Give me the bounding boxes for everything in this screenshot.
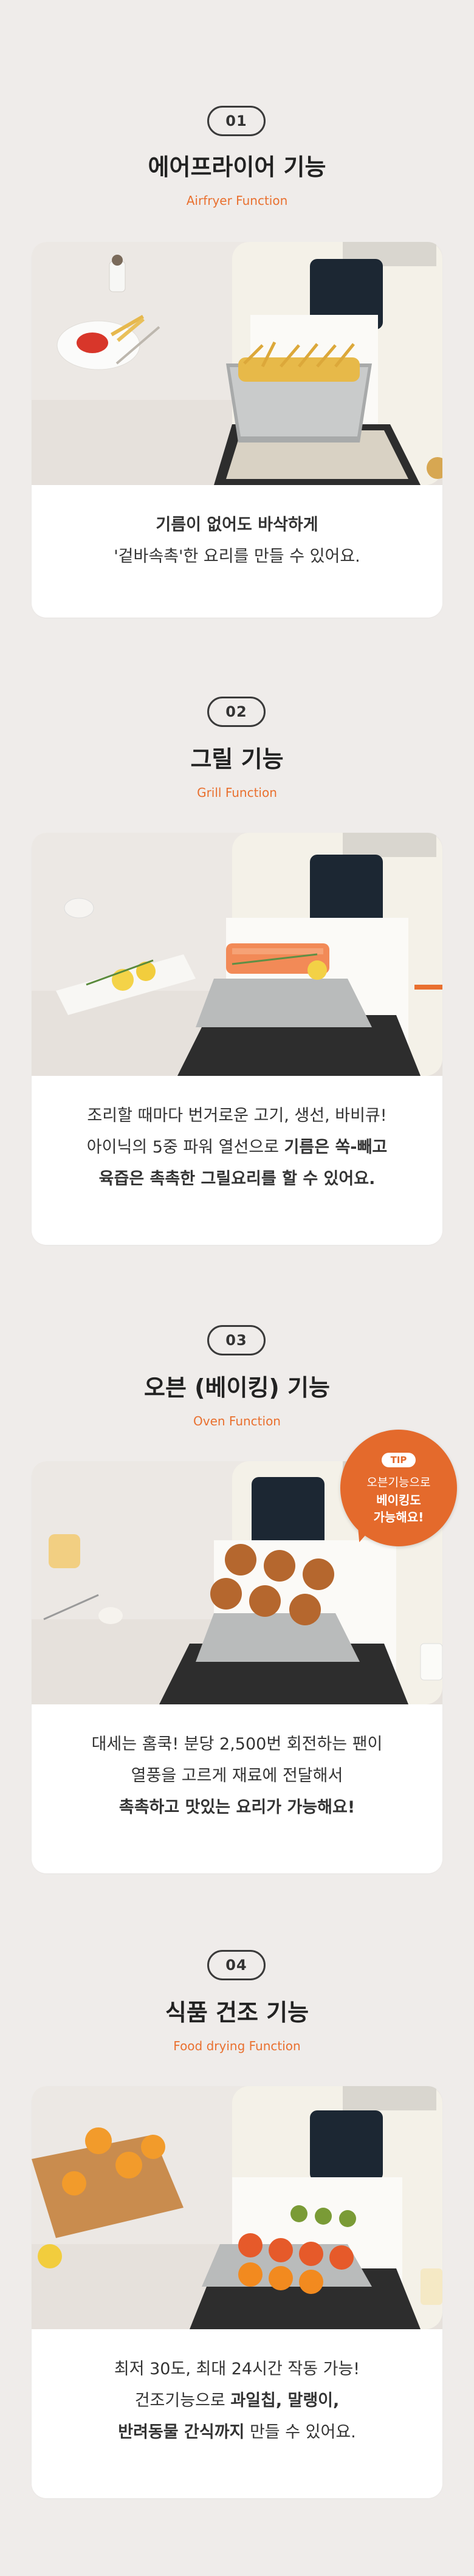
section-number-badge: 04 [207,1950,266,1980]
feature-description: 기름이 없어도 바삭하게 '겉바속촉'한 요리를 만들 수 있어요. [32,509,442,573]
feature-line: 열풍을 고르게 재료에 전달해서 [131,1766,343,1785]
feature-line: '겉바속촉'한 요리를 만들 수 있어요. [114,547,360,566]
airfryer-salmon-photo [32,833,442,1076]
feature-text-emphasis: 과일칩, 말랭이, [230,2391,340,2410]
section-subtitle: Food drying Function [173,2039,301,2053]
tip-text: 오븐기능으로 [366,1476,431,1489]
section-subtitle: Airfryer Function [186,193,288,208]
feature-line: 아이닉의 5중 파워 열선으로 기름은 쏙-빼고 [32,1132,442,1163]
section-title: 식품 건조 기능 [165,1999,309,2026]
feature-description: 최저 30도, 최대 24시간 작동 가능! 건조기능으로 과일칩, 말랭이, … [32,2354,442,2448]
feature-card: 최저 30도, 최대 24시간 작동 가능! 건조기능으로 과일칩, 말랭이, … [32,2086,442,2498]
section-number-badge: 01 [207,106,266,136]
tip-text: 가능해요! [373,1510,424,1524]
airfryer-fries-photo [32,242,442,485]
airfryer-dried-fruit-photo [32,2086,442,2329]
feature-line: 촉촉하고 맛있는 요리가 가능해요! [118,1798,355,1817]
feature-text: 건조기능으로 [134,2391,231,2410]
feature-line: 반려동물 간식까지 만들 수 있어요. [32,2417,442,2448]
section-number-badge: 03 [207,1325,266,1355]
section-subtitle: Grill Function [197,785,277,800]
section-title: 그릴 기능 [190,746,284,773]
section-subtitle: Oven Function [193,1414,281,1428]
feature-line: 기름이 없어도 바삭하게 [156,515,318,534]
feature-line: 대세는 홈쿡! 분당 2,500번 회전하는 팬이 [91,1735,383,1754]
feature-description: 조리할 때마다 번거로운 고기, 생선, 바비큐! 아이닉의 5중 파워 열선으… [32,1100,442,1195]
feature-description: 대세는 홈쿡! 분당 2,500번 회전하는 팬이 열풍을 고르게 재료에 전달… [32,1729,442,1824]
section-title: 에어프라이어 기능 [148,154,326,181]
section-number-badge: 02 [207,697,266,727]
feature-line: 건조기능으로 과일칩, 말랭이, [32,2385,442,2417]
section-title: 오븐 (베이킹) 기능 [144,1374,330,1401]
tip-label: TIP [382,1453,416,1467]
feature-text-emphasis: 반려동물 간식까지 [118,2423,245,2442]
feature-line: 육즙은 촉촉한 그릴요리를 할 수 있어요. [98,1169,376,1188]
feature-line: 조리할 때마다 번거로운 고기, 생선, 바비큐! [87,1106,387,1125]
feature-card: 기름이 없어도 바삭하게 '겉바속촉'한 요리를 만들 수 있어요. [32,242,442,618]
feature-text: 만들 수 있어요. [244,2423,356,2442]
feature-text: 아이닉의 5중 파워 열선으로 [86,1138,284,1157]
feature-line: 최저 30도, 최대 24시간 작동 가능! [114,2360,360,2378]
feature-card: 조리할 때마다 번거로운 고기, 생선, 바비큐! 아이닉의 5중 파워 열선으… [32,833,442,1245]
feature-text-emphasis: 기름은 쏙-빼고 [284,1138,388,1157]
tip-text: 베이킹도 [376,1493,421,1507]
tip-bubble: TIP 오븐기능으로 베이킹도 가능해요! [340,1430,457,1546]
